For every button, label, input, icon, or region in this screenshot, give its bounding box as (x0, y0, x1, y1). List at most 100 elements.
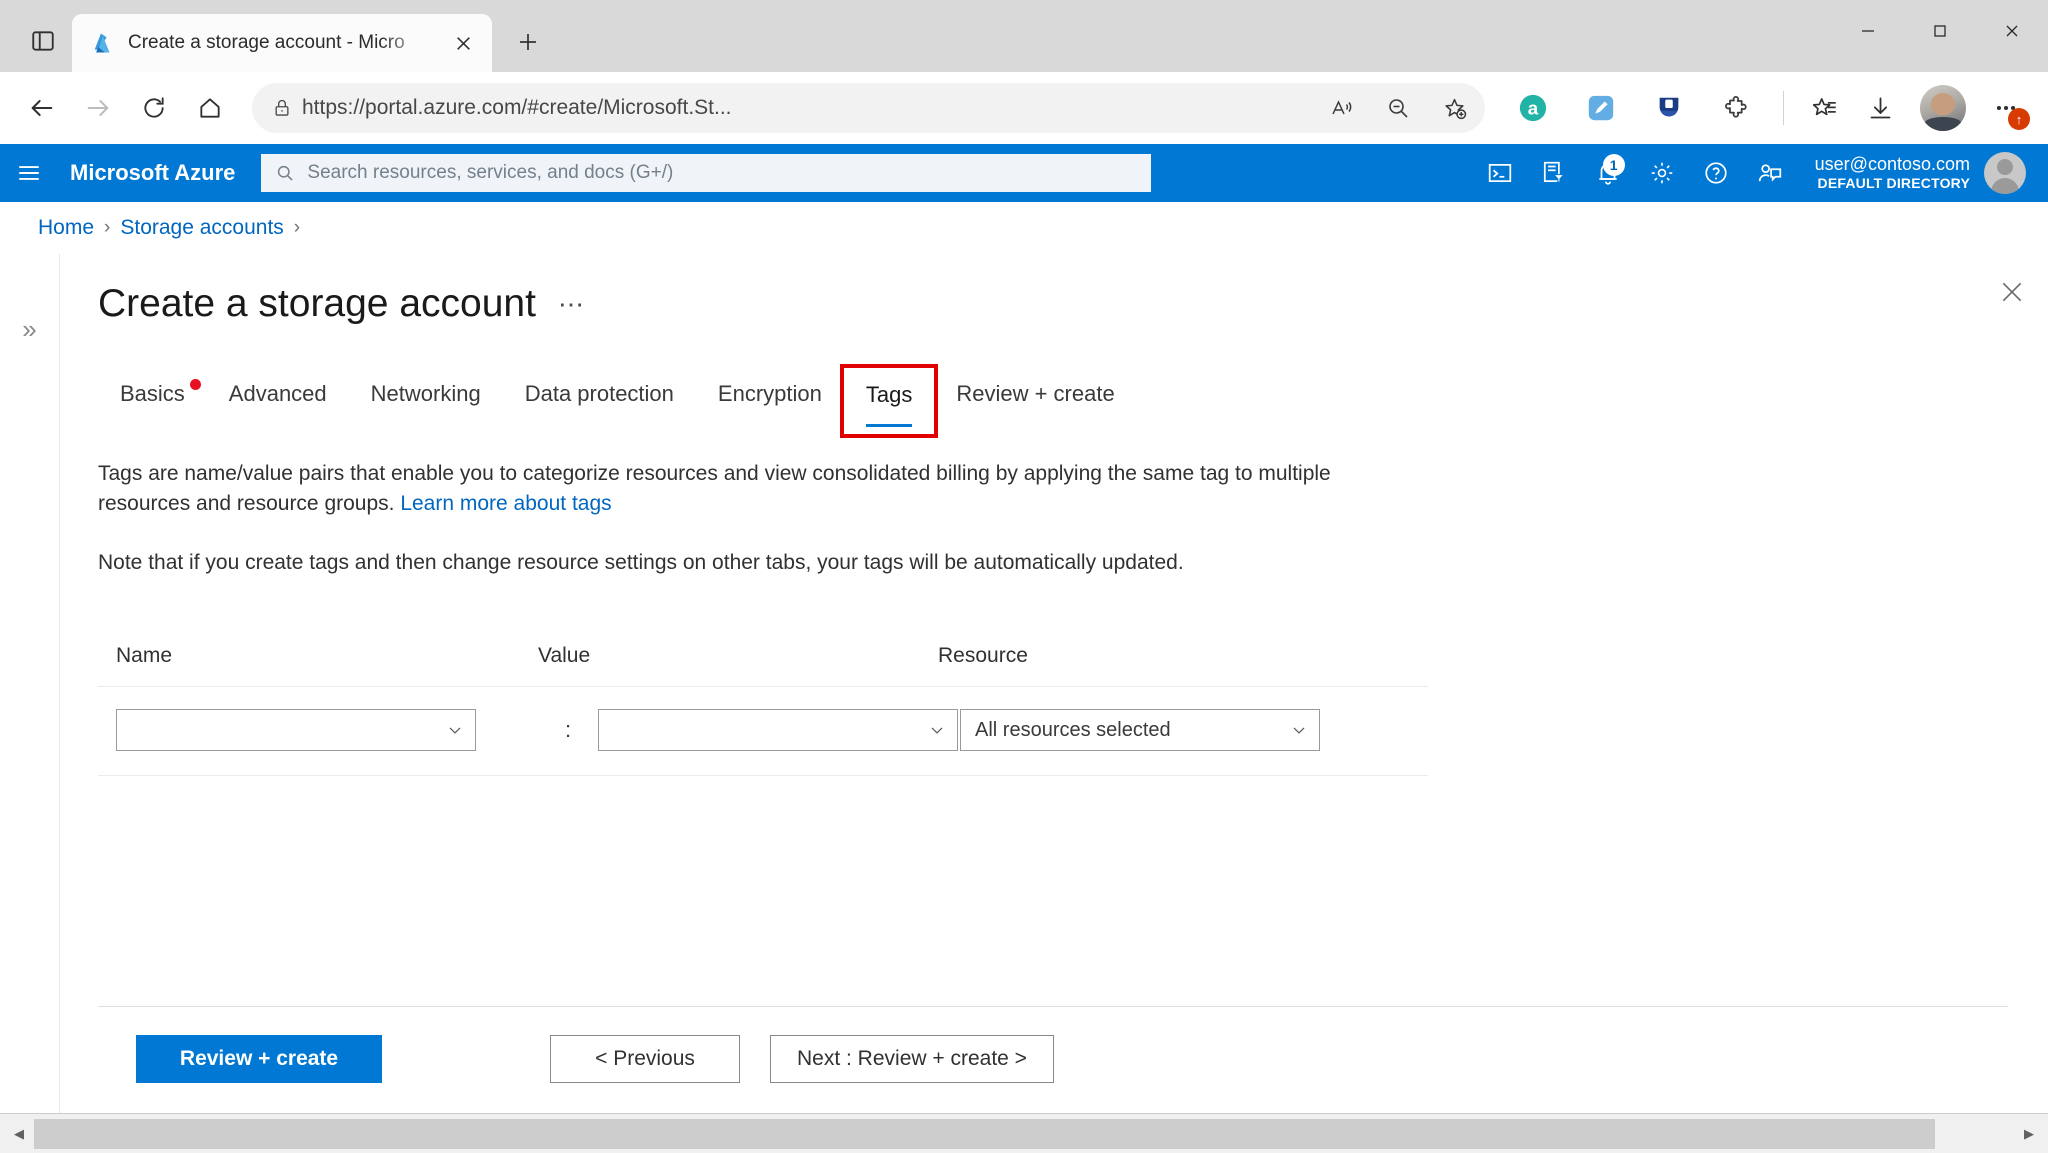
browser-tab-title: Create a storage account - Micro (128, 32, 405, 53)
tab-data-protection[interactable]: Data protection (503, 373, 696, 425)
maximize-icon[interactable] (1904, 0, 1976, 62)
blade-close-icon[interactable] (1990, 270, 2034, 314)
blade-more-menu-icon[interactable]: ⋯ (558, 289, 586, 320)
scrollbar-track[interactable] (34, 1116, 2014, 1151)
new-tab-plus-icon[interactable] (506, 20, 550, 64)
blade-left-rail: » (0, 254, 60, 1113)
update-badge: ↑ (2008, 108, 2030, 130)
scroll-right-arrow-icon[interactable]: ▶ (2014, 1116, 2044, 1152)
hamburger-menu-icon[interactable] (0, 144, 58, 202)
tab-advanced-label: Advanced (228, 381, 327, 406)
extension-icon-a[interactable]: a (1507, 82, 1559, 134)
breadcrumb: Home › Storage accounts › (0, 202, 2048, 254)
tag-value-cell (598, 709, 958, 752)
browser-tab-strip: Create a storage account - Micro (0, 0, 2048, 72)
tag-resource-cell: All resources selected (938, 709, 1428, 752)
learn-more-about-tags-link[interactable]: Learn more about tags (400, 492, 611, 515)
tab-review-create[interactable]: Review + create (934, 373, 1136, 425)
horizontal-scrollbar[interactable]: ◀ ▶ (0, 1113, 2048, 1153)
search-icon (275, 163, 295, 183)
review-create-button[interactable]: Review + create (136, 1035, 382, 1083)
blade-footer: Review + create < Previous Next : Review… (98, 1006, 2008, 1113)
feedback-icon[interactable] (1743, 144, 1797, 202)
column-header-value: Value (538, 644, 591, 668)
blade-content: Tags are name/value pairs that enable yo… (60, 425, 2048, 1006)
downloads-icon[interactable] (1854, 82, 1906, 134)
extensions-puzzle-icon[interactable] (1711, 82, 1763, 134)
azure-search-input[interactable]: Search resources, services, and docs (G+… (261, 154, 1152, 192)
previous-button[interactable]: < Previous (550, 1035, 740, 1083)
tag-value-combobox[interactable] (598, 709, 958, 752)
wizard-tabs: Basics Advanced Networking Data protecti… (60, 326, 2048, 438)
portal-body: Home › Storage accounts › » Create a sto… (0, 202, 2048, 1153)
back-arrow-icon[interactable] (16, 82, 68, 134)
address-bar[interactable]: https://portal.azure.com/#create/Microso… (252, 83, 1485, 133)
azure-top-header: Microsoft Azure Search resources, servic… (0, 144, 2048, 202)
next-review-create-button[interactable]: Next : Review + create > (770, 1035, 1054, 1083)
add-favorite-star-icon[interactable] (1431, 85, 1477, 131)
scrollbar-thumb[interactable] (34, 1118, 1935, 1149)
tag-resource-value: All resources selected (975, 718, 1171, 741)
tag-name-combobox[interactable] (116, 709, 476, 752)
window-controls (1832, 0, 2048, 62)
tab-basics-label: Basics (120, 381, 185, 406)
tags-note: Note that if you create tags and then ch… (98, 550, 1184, 574)
browser-window: Create a storage account - Micro https:/… (0, 0, 2048, 1153)
account-info: user@contoso.com DEFAULT DIRECTORY (1815, 154, 1970, 192)
account-email: user@contoso.com (1814, 154, 1970, 175)
tab-encryption-label: Encryption (717, 381, 822, 406)
extension-icon-pen[interactable] (1575, 82, 1627, 134)
settings-gear-icon[interactable] (1635, 144, 1689, 202)
cloud-shell-icon[interactable] (1473, 144, 1527, 202)
breadcrumb-item-storage-accounts[interactable]: Storage accounts (120, 216, 283, 240)
tab-advanced[interactable]: Advanced (207, 373, 349, 425)
tag-colon-separator: : (564, 717, 572, 743)
azure-search-placeholder: Search resources, services, and docs (G+… (307, 162, 674, 183)
minimize-icon[interactable] (1832, 0, 1904, 62)
create-storage-account-blade: Create a storage account ⋯ Basics Advanc… (60, 254, 2048, 1113)
address-bar-url: https://portal.azure.com/#create/Microso… (302, 96, 732, 119)
account-menu[interactable]: user@contoso.com DEFAULT DIRECTORY (1797, 144, 2036, 202)
forward-arrow-icon[interactable] (72, 82, 124, 134)
notifications-bell-icon[interactable]: 1 (1581, 144, 1635, 202)
tab-actions-icon[interactable] (14, 12, 72, 70)
scroll-left-arrow-icon[interactable]: ◀ (4, 1116, 34, 1152)
column-header-resource: Resource (938, 644, 1028, 668)
breadcrumb-separator-trailing: › (293, 217, 301, 238)
expand-chevron-icon[interactable]: » (22, 316, 36, 1113)
zoom-out-icon[interactable] (1375, 85, 1421, 131)
tab-tags-label: Tags (865, 382, 913, 407)
collections-icon[interactable] (1798, 82, 1850, 134)
settings-and-more-icon[interactable]: ↑ (1980, 82, 2032, 134)
tag-resource-dropdown[interactable]: All resources selected (960, 709, 1320, 752)
blade-header: Create a storage account ⋯ (60, 254, 2048, 326)
tab-basics[interactable]: Basics (98, 373, 207, 425)
breadcrumb-item-home[interactable]: Home (38, 216, 94, 240)
window-close-icon[interactable] (1976, 0, 2048, 62)
breadcrumb-separator: › (104, 217, 111, 238)
account-directory: DEFAULT DIRECTORY (1817, 175, 1970, 192)
directories-subscriptions-icon[interactable] (1527, 144, 1581, 202)
tab-encryption[interactable]: Encryption (696, 373, 844, 425)
extension-icon-u[interactable] (1643, 82, 1695, 134)
refresh-icon[interactable] (128, 82, 180, 134)
tab-close-icon[interactable] (448, 28, 478, 58)
chevron-down-icon (1289, 720, 1309, 740)
help-question-icon[interactable] (1689, 144, 1743, 202)
read-aloud-icon[interactable] (1319, 85, 1365, 131)
tab-data-protection-label: Data protection (524, 381, 674, 406)
azure-brand-label[interactable]: Microsoft Azure (58, 160, 261, 186)
column-header-name: Name (116, 644, 173, 668)
tags-table-header: Name Value Resource (98, 644, 1428, 688)
profile-avatar-icon[interactable] (1920, 85, 1966, 131)
svg-text:a: a (1528, 98, 1539, 119)
browser-tab[interactable]: Create a storage account - Micro (72, 14, 492, 72)
browser-toolbar: https://portal.azure.com/#create/Microso… (0, 72, 2048, 144)
tab-networking[interactable]: Networking (349, 373, 503, 425)
tags-table: Name Value Resource: All resources sele… (98, 644, 1428, 777)
home-icon[interactable] (184, 82, 236, 134)
tab-networking-label: Networking (370, 381, 481, 406)
tab-review-create-label: Review + create (956, 381, 1115, 406)
notification-count-badge: 1 (1602, 154, 1625, 176)
table-row: : All resources selected (98, 687, 1428, 777)
